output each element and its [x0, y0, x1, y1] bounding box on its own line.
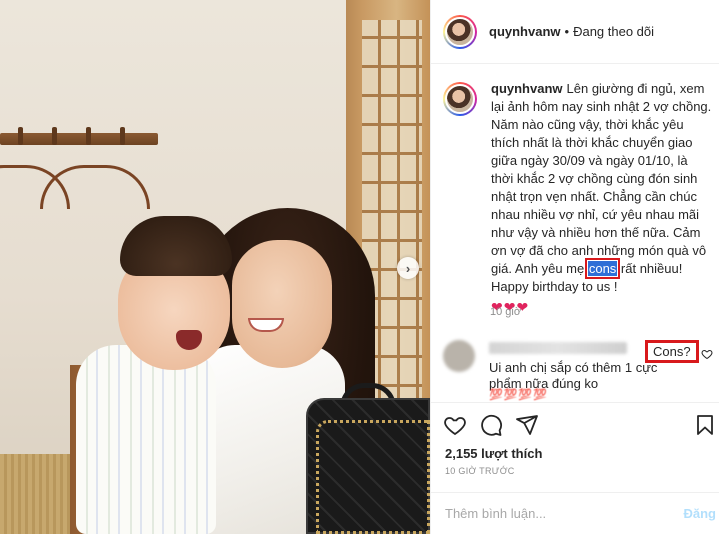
photo-woman-face	[232, 240, 332, 368]
comment-icon[interactable]	[479, 413, 503, 437]
photo-peg	[86, 127, 91, 145]
hearts-emoji: ❤❤❤	[491, 299, 530, 315]
bookmark-icon[interactable]	[693, 413, 717, 437]
caption-avatar[interactable]	[443, 82, 477, 116]
highlighted-word: cons	[584, 258, 621, 279]
caption: quynhvanw Lên giường đi ngủ, xem lại ảnh …	[431, 64, 719, 325]
photo-handbag-trim	[316, 420, 430, 534]
photo-coat-rack	[0, 133, 158, 145]
photo-peg	[52, 127, 57, 145]
post-timestamp: 10 GIỜ TRƯỚC	[445, 466, 515, 476]
like-count[interactable]: 2,155 lượt thích	[445, 446, 542, 461]
photo-hanger	[40, 165, 150, 209]
post-comment-button[interactable]: Đăng	[684, 506, 717, 521]
caption-username[interactable]: quynhvanw	[491, 81, 563, 96]
caption-time: 10 giờ	[490, 306, 522, 318]
annotation-badge: Cons?	[645, 340, 699, 363]
post-header: quynhvanw • Đang theo dõi	[431, 0, 719, 64]
small-heart-icon[interactable]	[701, 348, 713, 360]
post-panel: quynhvanw • Đang theo dõi quynhvanw Lên g…	[430, 0, 719, 534]
comment-form: Đăng	[431, 492, 719, 534]
chevron-right-icon: ›	[405, 260, 411, 276]
comment-avatar[interactable]	[443, 340, 475, 372]
header-separator: •	[564, 24, 570, 39]
photo-boy-shirt	[76, 345, 216, 534]
photo-peg	[18, 127, 23, 145]
post-actions	[431, 402, 719, 444]
post-photo[interactable]: ›	[0, 0, 430, 534]
comment-input[interactable]	[445, 506, 684, 521]
follow-status-button[interactable]: Đang theo dõi	[573, 24, 654, 39]
caption-body: Lên giường đi ngủ, xem lại ảnh hôm nay s…	[491, 81, 712, 276]
photo-peg	[120, 127, 125, 145]
comment-username-blurred	[489, 342, 627, 354]
comment-item: Ui anh chị sắp có thêm 1 cực phẩm nữa đú…	[443, 340, 719, 401]
caption-text: quynhvanw Lên giường đi ngủ, xem lại ảnh …	[491, 80, 713, 316]
comment-emojis: 💯💯💯💯	[489, 389, 548, 401]
photo-boy-hair	[120, 216, 232, 276]
avatar[interactable]	[443, 14, 477, 49]
next-photo-button[interactable]: ›	[397, 257, 419, 279]
author-username[interactable]: quynhvanw	[489, 24, 561, 39]
heart-icon[interactable]	[443, 413, 467, 437]
share-icon[interactable]	[515, 413, 539, 437]
